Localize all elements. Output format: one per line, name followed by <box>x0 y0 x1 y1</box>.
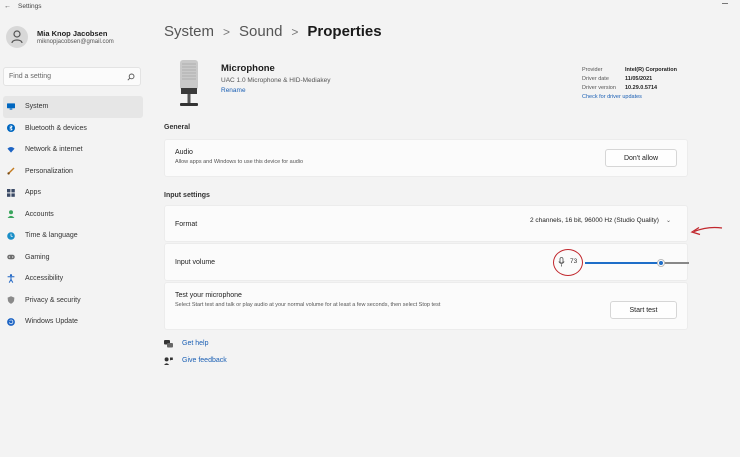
sidebar: Mia Knop Jacobsen miknopjacobsen@gmail.c… <box>0 12 150 457</box>
driver-provider-label: Provider <box>582 66 603 73</box>
dont-allow-button[interactable]: Don't allow <box>605 149 677 167</box>
nav-item-windows-update[interactable]: Windows Update <box>3 311 143 333</box>
microphone-icon[interactable] <box>558 257 565 267</box>
nav-item-apps[interactable]: Apps <box>3 182 143 204</box>
nav-label: Personalization <box>25 167 73 175</box>
driver-date-label: Driver date <box>582 75 609 82</box>
input-volume-control: 73 <box>553 249 689 276</box>
format-value: 2 channels, 16 bit, 96000 Hz (Studio Qua… <box>529 217 659 224</box>
title-bar: ← Settings <box>0 0 740 12</box>
minimize-button[interactable] <box>722 3 728 4</box>
breadcrumb-sound[interactable]: Sound <box>239 23 282 40</box>
breadcrumb-system[interactable]: System <box>164 23 214 40</box>
update-icon <box>7 317 15 326</box>
gamepad-icon <box>7 253 15 261</box>
search-icon <box>127 73 135 81</box>
get-help-text: Get help <box>182 340 209 347</box>
bluetooth-icon <box>7 124 15 133</box>
nav-label: Privacy & security <box>25 296 81 304</box>
get-help-link[interactable]: Get help <box>164 335 227 352</box>
search-box[interactable]: Find a setting <box>3 67 141 86</box>
format-dropdown[interactable]: 2 channels, 16 bit, 96000 Hz (Studio Qua… <box>530 217 671 224</box>
wifi-icon <box>7 146 15 154</box>
nav-label: Bluetooth & devices <box>25 124 87 132</box>
nav-label: Apps <box>25 189 41 197</box>
audio-subtitle: Allow apps and Windows to use this devic… <box>175 159 304 165</box>
page-title: Properties <box>307 23 382 40</box>
nav-item-personalization[interactable]: Personalization <box>3 161 143 183</box>
give-feedback-text: Give feedback <box>182 357 227 364</box>
accessibility-icon <box>7 274 15 284</box>
nav-item-system[interactable]: System <box>3 96 143 118</box>
slider-fill <box>585 262 661 264</box>
nav-item-network[interactable]: Network & internet <box>3 139 143 161</box>
avatar <box>6 26 28 48</box>
nav-item-bluetooth[interactable]: Bluetooth & devices <box>3 118 143 140</box>
window-title: Settings <box>18 2 42 10</box>
user-profile[interactable]: Mia Knop Jacobsen miknopjacobsen@gmail.c… <box>6 26 114 48</box>
format-label: Format <box>175 221 198 228</box>
nav-label: Accessibility <box>25 275 64 283</box>
nav-item-gaming[interactable]: Gaming <box>3 247 143 269</box>
nav-label: Network & internet <box>25 146 83 154</box>
help-links: Get help Give feedback <box>164 335 227 369</box>
breadcrumb-separator: > <box>223 24 231 39</box>
give-feedback-link[interactable]: Give feedback <box>164 352 227 369</box>
breadcrumb-separator: > <box>291 24 299 39</box>
back-arrow-icon[interactable]: ← <box>4 3 14 10</box>
microphone-device-icon <box>180 60 198 106</box>
format-card: Format 2 channels, 16 bit, 96000 Hz (Stu… <box>164 205 688 242</box>
test-microphone-card: Test your microphone Select Start test a… <box>164 282 688 330</box>
nav-item-accounts[interactable]: Accounts <box>3 204 143 226</box>
slider-thumb[interactable] <box>657 259 665 267</box>
annotation-arrow-icon <box>690 226 723 236</box>
person-icon <box>7 210 15 219</box>
driver-info: Provider Intel(R) Corporation Driver dat… <box>582 65 677 101</box>
device-name: Microphone <box>221 63 275 74</box>
brush-icon <box>7 167 15 175</box>
nav-label: Time & language <box>25 232 78 240</box>
search-input[interactable]: Find a setting <box>9 73 127 80</box>
nav-item-privacy[interactable]: Privacy & security <box>3 290 143 312</box>
person-icon <box>11 30 23 44</box>
profile-name: Mia Knop Jacobsen <box>37 29 108 38</box>
input-volume-card: Input volume 73 <box>164 243 689 281</box>
shield-icon <box>7 296 15 305</box>
help-icon <box>164 339 173 348</box>
device-description: UAC 1.0 Microphone & HID-Mediakey <box>221 77 331 84</box>
nav-label: Gaming <box>25 253 50 261</box>
nav-label: Windows Update <box>25 318 78 326</box>
nav-list: System Bluetooth & devices Network & int… <box>3 96 143 333</box>
section-input-settings: Input settings <box>164 192 210 199</box>
nav-label: System <box>25 103 49 111</box>
audio-card: Audio Allow apps and Windows to use this… <box>164 139 688 177</box>
chevron-down-icon: ⌄ <box>665 218 671 224</box>
breadcrumb: System > Sound > Properties <box>164 23 382 40</box>
nav-item-accessibility[interactable]: Accessibility <box>3 268 143 290</box>
nav-item-time-language[interactable]: Time & language <box>3 225 143 247</box>
driver-provider: Intel(R) Corporation <box>625 66 677 73</box>
check-driver-updates-link[interactable]: Check for driver updates <box>582 92 677 101</box>
globe-clock-icon <box>7 231 15 240</box>
section-general: General <box>164 124 191 131</box>
system-icon <box>7 103 15 111</box>
audio-title: Audio <box>175 149 193 156</box>
test-microphone-subtitle: Select Start test and talk or play audio… <box>175 302 441 308</box>
start-test-button[interactable]: Start test <box>610 301 677 319</box>
profile-email: miknopjacobsen@gmail.com <box>37 39 114 45</box>
apps-icon <box>7 188 15 197</box>
device-header: Microphone UAC 1.0 Microphone & HID-Medi… <box>164 52 688 122</box>
driver-version-label: Driver version <box>582 84 616 91</box>
nav-label: Accounts <box>25 210 54 218</box>
input-volume-value: 73 <box>570 258 578 265</box>
input-volume-slider[interactable] <box>585 259 689 267</box>
input-volume-label: Input volume <box>175 259 216 266</box>
driver-version: 10.29.0.5714 <box>625 84 658 91</box>
feedback-icon <box>164 356 173 365</box>
rename-link[interactable]: Rename <box>221 87 246 94</box>
test-microphone-title: Test your microphone <box>175 292 242 299</box>
driver-date: 11/05/2021 <box>625 75 653 82</box>
